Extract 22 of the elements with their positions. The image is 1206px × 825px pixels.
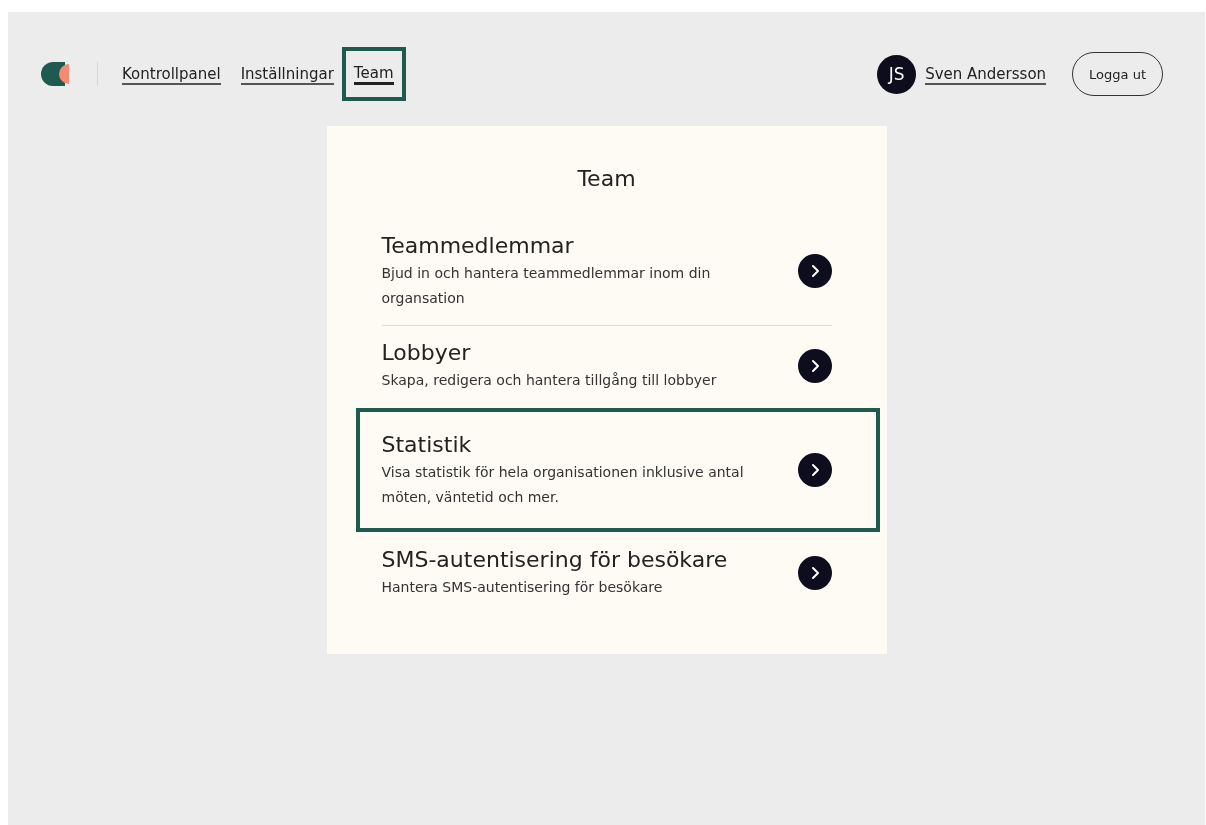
- user-name-link[interactable]: Sven Andersson: [925, 63, 1047, 85]
- row-description: Skapa, redigera och hantera tillgång till lobbyer: [381, 371, 717, 390]
- row-description: Visa statistik för hela organisationen inklusive antal möten, väntetid och mer.: [381, 463, 745, 507]
- menu-row[interactable]: Statistik Visa statistik för hela organisationen inklusive antal möten, väntetid och mer.: [355, 408, 880, 532]
- row-description: Hantera SMS-autentisering för besökare: [381, 578, 663, 597]
- row-title: SMS-autentisering för besökare: [381, 546, 728, 574]
- row-title: Teammedlemmar: [381, 232, 574, 260]
- chevron-right-icon[interactable]: [797, 348, 832, 383]
- nav-link[interactable]: Team: [353, 63, 394, 85]
- row-title: Lobbyer: [381, 339, 471, 367]
- menu-row[interactable]: Teammedlemmar Bjud in och hantera teammedlemmar inom din organsation: [355, 219, 880, 325]
- nav-link[interactable]: Inställningar: [240, 63, 334, 85]
- user-avatar: JS: [877, 54, 917, 94]
- menu-row[interactable]: SMS-autentisering för besökare Hantera SMS-autentisering för besökare: [355, 533, 880, 614]
- chevron-right-icon[interactable]: [797, 555, 832, 590]
- chevron-right-icon[interactable]: [797, 254, 832, 288]
- row-description: Bjud in och hantera teammedlemmar inom din organsation: [381, 264, 712, 308]
- row-title: Statistik: [381, 431, 472, 459]
- nav-link[interactable]: Kontrollpanel: [122, 63, 221, 85]
- menu-row[interactable]: Lobbyer Skapa, redigera och hantera tillgång till lobbyer: [355, 326, 880, 407]
- card-title: Team: [576, 166, 637, 191]
- chevron-right-icon[interactable]: [797, 453, 832, 487]
